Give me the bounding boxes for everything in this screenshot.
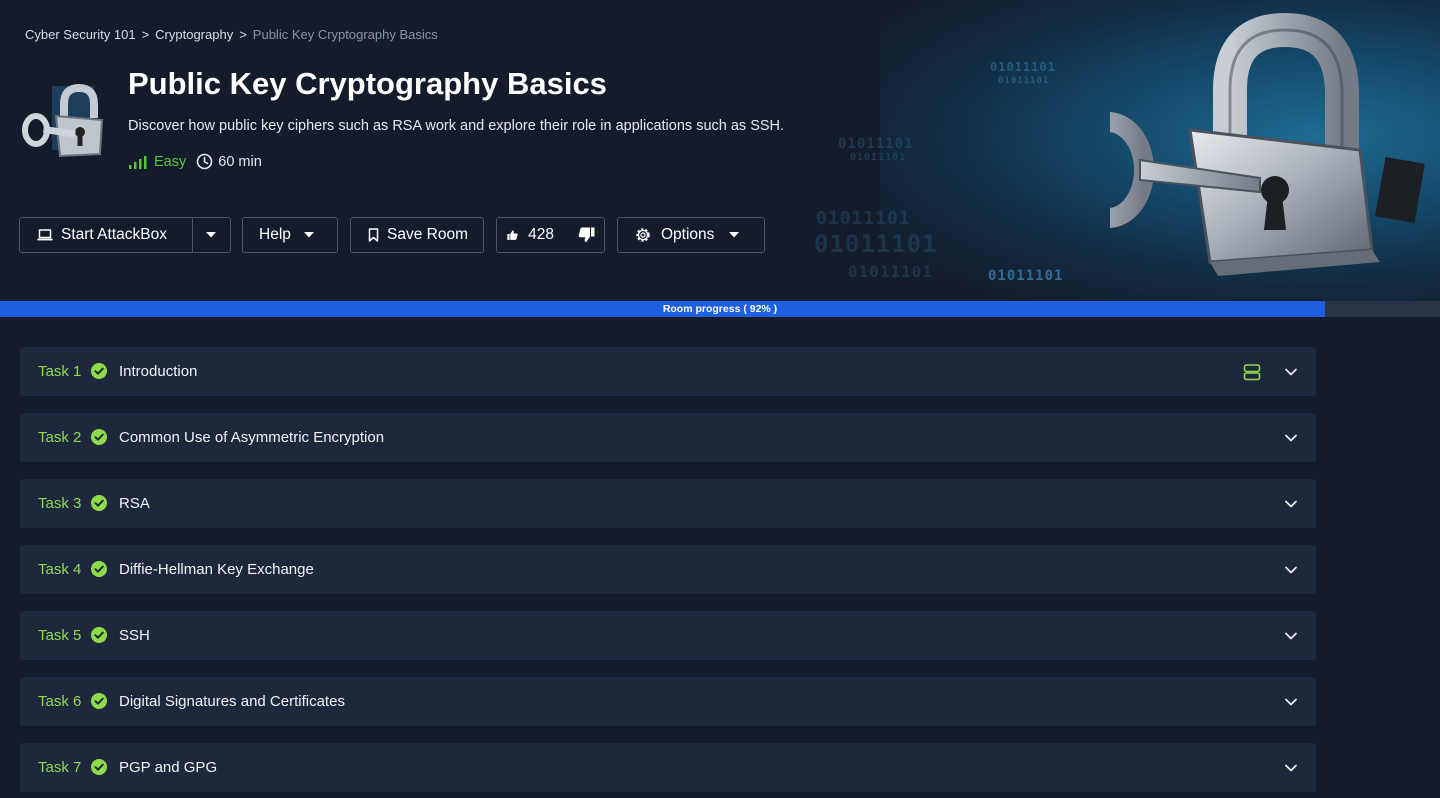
task-row-3[interactable]: Task 3 RSA — [20, 479, 1316, 529]
chevron-down-icon[interactable] — [1284, 563, 1298, 577]
task-number: Task 7 — [38, 759, 82, 776]
room-meta: Easy 60 min — [128, 153, 262, 170]
task-title: SSH — [119, 627, 150, 644]
check-circle-icon — [91, 363, 107, 379]
attackbox-dropdown-toggle[interactable] — [193, 218, 229, 252]
check-circle-icon — [91, 429, 107, 445]
chevron-down-icon[interactable] — [1284, 695, 1298, 709]
options-label: Options — [661, 226, 715, 243]
help-button-content: Help — [243, 218, 329, 252]
check-circle-icon — [91, 759, 107, 775]
chevron-down-icon[interactable] — [1284, 431, 1298, 445]
task-number: Task 2 — [38, 429, 82, 446]
thumbs-down-icon — [578, 227, 595, 243]
chevron-down-icon[interactable] — [1284, 629, 1298, 643]
like-count: 428 — [528, 226, 554, 243]
room-progress-bar: Room progress ( 92% ) — [0, 301, 1440, 317]
save-room-button[interactable]: Save Room — [350, 217, 484, 253]
page-title: Public Key Cryptography Basics — [128, 66, 607, 101]
hero-binary-text: 01011101 — [988, 268, 1064, 284]
hero-binary-text: 01011101 — [990, 60, 1056, 74]
clock-icon — [196, 153, 213, 170]
task-row-7[interactable]: Task 7 PGP and GPG — [20, 743, 1316, 793]
gear-icon — [636, 228, 650, 242]
options-button-content: Options — [618, 218, 754, 252]
save-room-label: Save Room — [387, 226, 468, 243]
check-circle-icon — [91, 495, 107, 511]
task-number: Task 4 — [38, 561, 82, 578]
breadcrumb-current: Public Key Cryptography Basics — [252, 27, 438, 42]
breadcrumb-item[interactable]: Cryptography — [155, 27, 233, 42]
difficulty-label: Easy — [154, 153, 187, 170]
dislike-button[interactable] — [568, 218, 605, 252]
bookmark-icon — [368, 228, 379, 242]
hero-banner: 01011101 01011101 01011101 01011101 0101… — [814, 0, 1440, 301]
hero-binary-text: 01011101 — [814, 230, 938, 258]
vote-group: 428 — [496, 217, 605, 253]
chevron-down-icon[interactable] — [1284, 497, 1298, 511]
start-attackbox-button[interactable]: Start AttackBox — [20, 218, 192, 252]
task-title: RSA — [119, 495, 150, 512]
breadcrumb-separator: > — [239, 27, 247, 42]
chevron-down-icon[interactable] — [1284, 365, 1298, 379]
breadcrumb: Cyber Security 101 > Cryptography > Publ… — [25, 27, 438, 42]
progress-label: Room progress ( 92% ) — [662, 303, 778, 315]
task-row-4[interactable]: Task 4 Diffie-Hellman Key Exchange — [20, 545, 1316, 595]
signal-bars-icon — [129, 155, 147, 169]
task-title: PGP and GPG — [119, 759, 218, 776]
duration-info: 60 min — [196, 153, 262, 170]
task-row-2[interactable]: Task 2 Common Use of Asymmetric Encrypti… — [20, 413, 1316, 463]
hero-binary-text: 01011101 — [850, 152, 907, 163]
save-room-content: Save Room — [351, 218, 482, 252]
task-number: Task 5 — [38, 627, 82, 644]
caret-down-icon — [206, 232, 216, 238]
task-title: Digital Signatures and Certificates — [119, 693, 345, 710]
breadcrumb-separator: > — [141, 27, 150, 42]
thumbs-up-icon — [507, 230, 518, 240]
caret-down-icon — [729, 232, 740, 238]
task-row-6[interactable]: Task 6 Digital Signatures and Certificat… — [20, 677, 1316, 727]
breadcrumb-item[interactable]: Cyber Security 101 — [25, 27, 136, 42]
caret-down-icon — [303, 232, 314, 238]
hero-lock-key-illustration — [1110, 12, 1425, 276]
room-description: Discover how public key ciphers such as … — [128, 118, 785, 134]
help-label: Help — [259, 226, 291, 243]
check-circle-icon — [91, 693, 107, 709]
hero-binary-text: 01011101 — [998, 76, 1050, 86]
duration-label: 60 min — [218, 153, 262, 170]
room-header: 01011101 01011101 01011101 01011101 0101… — [0, 0, 1440, 301]
hero-binary-text: 01011101 — [816, 208, 911, 229]
like-button[interactable]: 428 — [497, 218, 568, 252]
difficulty-badge: Easy — [128, 154, 186, 170]
hero-binary-text: 01011101 — [838, 136, 914, 152]
room-lock-icon — [22, 83, 104, 158]
hero-binary-text: 01011101 — [848, 262, 934, 281]
task-row-1[interactable]: Task 1 Introduction — [20, 347, 1316, 397]
start-attackbox-label: Start AttackBox — [61, 226, 167, 243]
laptop-icon — [37, 229, 53, 241]
check-circle-icon — [91, 561, 107, 577]
task-number: Task 1 — [38, 363, 82, 380]
task-number: Task 3 — [38, 495, 82, 512]
server-icon[interactable] — [1243, 363, 1261, 381]
options-button[interactable]: Options — [617, 217, 765, 253]
task-title: Common Use of Asymmetric Encryption — [119, 429, 385, 446]
task-title: Diffie-Hellman Key Exchange — [119, 561, 314, 578]
task-number: Task 6 — [38, 693, 82, 710]
check-circle-icon — [91, 627, 107, 643]
task-title: Introduction — [119, 363, 198, 380]
task-row-5[interactable]: Task 5 SSH — [20, 611, 1316, 661]
help-button[interactable]: Help — [242, 217, 338, 253]
chevron-down-icon[interactable] — [1284, 761, 1298, 775]
start-attackbox-group: Start AttackBox — [19, 217, 231, 253]
